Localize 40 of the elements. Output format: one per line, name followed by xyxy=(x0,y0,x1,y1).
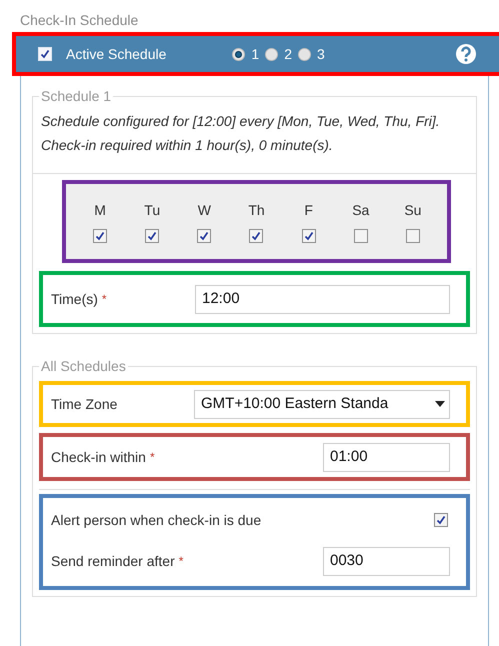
checkbox[interactable] xyxy=(406,229,420,243)
checkbox[interactable] xyxy=(354,229,368,243)
day-label: M xyxy=(94,201,106,220)
checkbox[interactable] xyxy=(93,229,108,243)
field-label: Send reminder after xyxy=(51,552,175,570)
required-mark: * xyxy=(102,291,107,308)
checkbox[interactable] xyxy=(197,229,212,243)
time-input[interactable]: 12:00 xyxy=(195,284,450,314)
help-icon[interactable] xyxy=(455,43,477,65)
radio-label: 2 xyxy=(284,44,292,64)
fieldset-legend: All Schedules xyxy=(39,356,128,377)
radio-label: 3 xyxy=(317,44,325,64)
time-zone-select[interactable]: GMT+10:00 Eastern Standa xyxy=(194,390,450,418)
field-label: Alert person when check-in is due xyxy=(51,511,262,530)
day-label: Su xyxy=(404,201,422,220)
checkbox[interactable] xyxy=(249,229,264,243)
day-label: Sa xyxy=(352,201,370,220)
day-label: W xyxy=(198,201,211,220)
radio-button[interactable] xyxy=(298,48,311,60)
radio-button[interactable] xyxy=(232,48,246,60)
checkbox[interactable] xyxy=(434,512,448,526)
schedule-summary: Schedule configured for [12:00] every [Mon, Tue, Wed, Thu, Fri]. Check-in required within 1 hour(s), 0 minute(s). xyxy=(41,112,441,155)
day-label: F xyxy=(304,201,313,220)
day-label: Th xyxy=(248,201,265,220)
reminder-input[interactable]: 0030 xyxy=(323,546,450,576)
section-title: Check-In Schedule xyxy=(20,11,140,30)
required-mark: * xyxy=(178,553,184,570)
day-label: Tu xyxy=(144,201,160,220)
required-mark: * xyxy=(150,449,155,466)
dropdown-caret-icon xyxy=(435,401,445,407)
checkbox[interactable] xyxy=(302,229,316,243)
radio-label: 1 xyxy=(251,44,260,64)
fieldset-legend: Schedule 1 xyxy=(39,86,114,107)
radio-button[interactable] xyxy=(265,48,278,60)
field-label: Time Zone xyxy=(51,394,118,414)
active-schedule-label: Active Schedule xyxy=(66,44,166,64)
field-label: Time(s) xyxy=(51,290,98,309)
checkbox[interactable] xyxy=(145,229,160,243)
check-in-within-input[interactable]: 01:00 xyxy=(323,442,450,472)
field-label: Check-in within xyxy=(51,448,146,466)
